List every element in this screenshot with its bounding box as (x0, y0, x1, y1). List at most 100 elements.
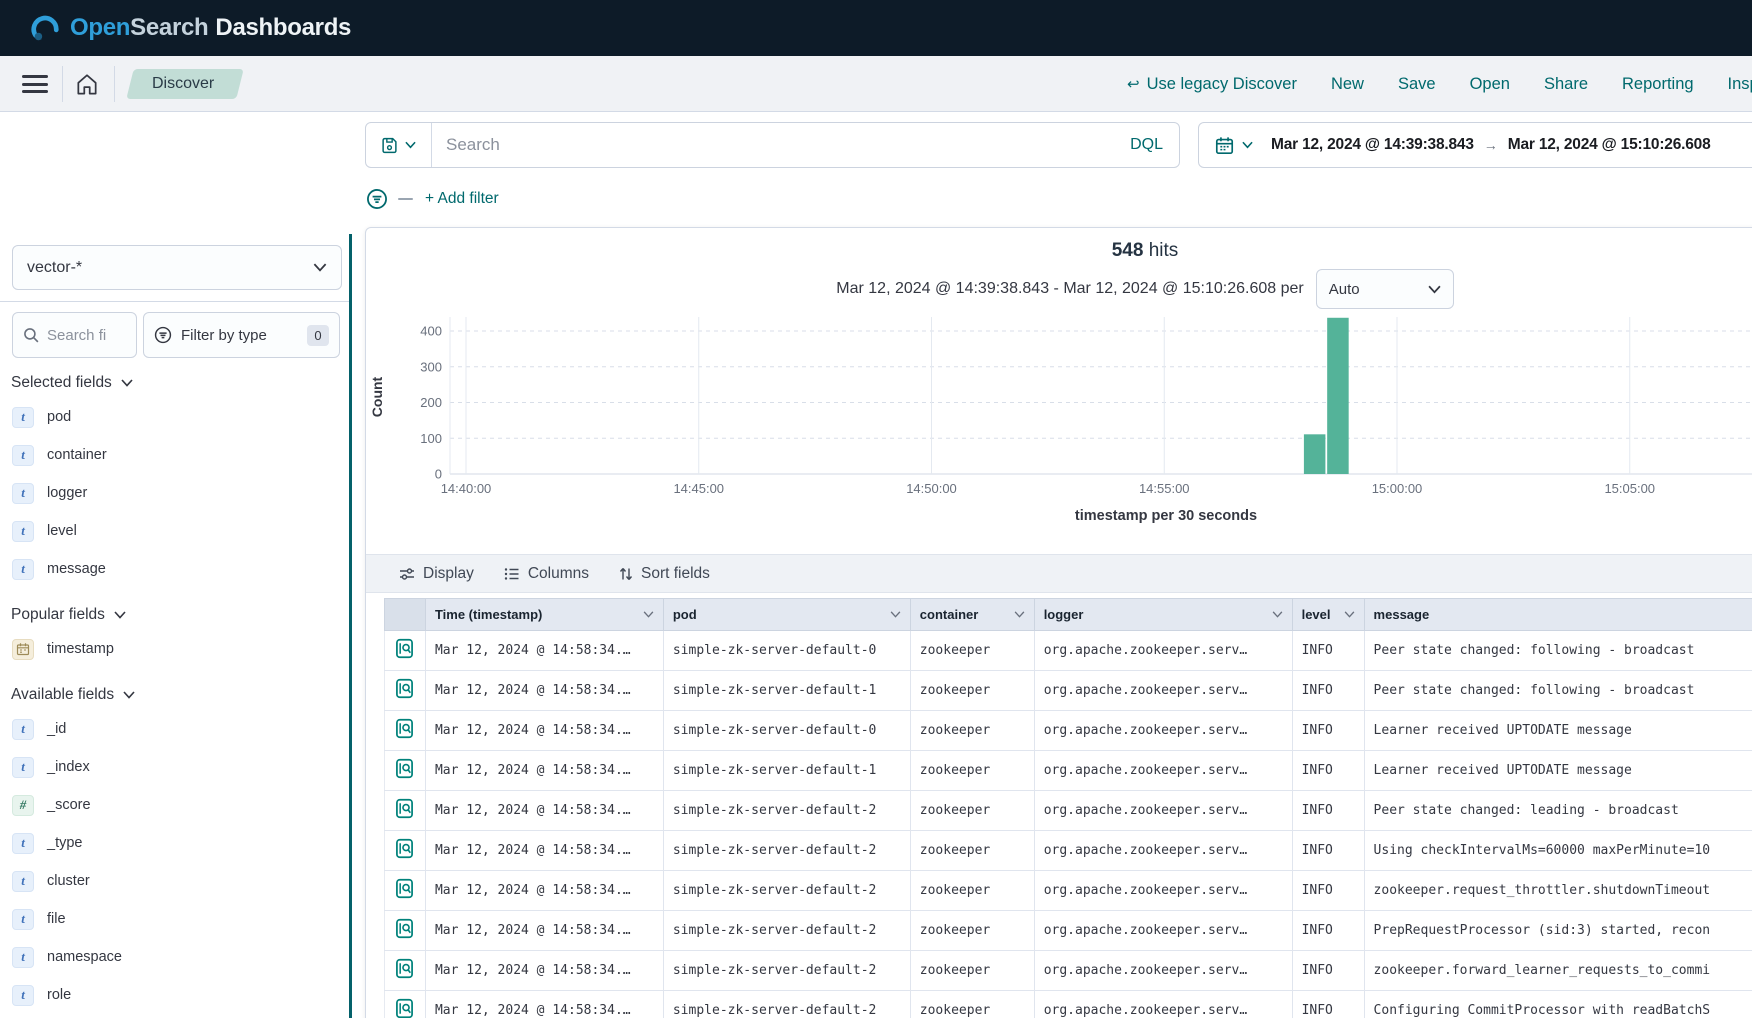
column-header-container[interactable]: container (910, 599, 1034, 631)
field-item-file[interactable]: tfile (0, 900, 340, 938)
field-item-level[interactable]: tlevel (0, 512, 340, 550)
cell-pod: simple-zk-server-default-2 (663, 911, 910, 951)
nav-label: Share (1544, 75, 1588, 94)
cell-pod: simple-zk-server-default-2 (663, 951, 910, 991)
search-input[interactable] (432, 135, 1114, 155)
field-search[interactable] (12, 312, 137, 358)
field-search-input[interactable] (47, 327, 127, 344)
svg-text:15:00:00: 15:00:00 (1372, 481, 1423, 496)
nav-new-button[interactable]: New (1331, 75, 1364, 94)
field-item-pod[interactable]: tpod (0, 398, 340, 436)
svg-text:14:45:00: 14:45:00 (673, 481, 724, 496)
display-button[interactable]: Display (399, 565, 474, 583)
toolbar-divider (62, 66, 63, 102)
chevron-down-icon (405, 141, 416, 149)
cell-container: zookeeper (910, 911, 1034, 951)
field-name: _score (47, 797, 91, 813)
cell-level: INFO (1292, 911, 1364, 951)
expand-document-icon[interactable] (395, 638, 414, 659)
index-pattern-select[interactable]: vector-* (12, 245, 342, 290)
expand-document-icon[interactable] (395, 758, 414, 779)
cell-message: Learner received UPTODATE message (1364, 711, 1752, 751)
add-filter-button[interactable]: + Add filter (425, 190, 499, 208)
expand-document-icon[interactable] (395, 998, 414, 1018)
field-item-logger[interactable]: tlogger (0, 474, 340, 512)
breadcrumb[interactable]: Discover (130, 69, 240, 99)
cell-pod: simple-zk-server-default-0 (663, 631, 910, 671)
field-item-index[interactable]: t_index (0, 748, 340, 786)
field-item-id[interactable]: t_id (0, 710, 340, 748)
histogram-bar[interactable] (1304, 434, 1326, 474)
chevron-down-icon (121, 379, 133, 387)
columns-button[interactable]: Columns (504, 565, 589, 583)
sort-fields-button[interactable]: Sort fields (619, 565, 710, 583)
sidebar-resize-handle[interactable] (349, 234, 352, 1018)
section-heading-selected-fields[interactable]: Selected fields (0, 368, 340, 398)
expand-document-icon[interactable] (395, 878, 414, 899)
chevron-down-icon (114, 611, 126, 619)
cell-container: zookeeper (910, 791, 1034, 831)
cell-time: Mar 12, 2024 @ 14:58:34.… (425, 671, 663, 711)
column-header-message[interactable]: message (1364, 599, 1752, 631)
expand-document-icon[interactable] (395, 958, 414, 979)
expand-document-icon[interactable] (395, 718, 414, 739)
column-header-level[interactable]: level (1292, 599, 1364, 631)
cell-time: Mar 12, 2024 @ 14:58:34.… (425, 991, 663, 1018)
saved-queries-button[interactable] (366, 123, 432, 167)
expand-document-icon[interactable] (395, 678, 414, 699)
svg-text:Count: Count (369, 376, 385, 417)
section-heading-available-fields[interactable]: Available fields (0, 680, 340, 710)
nav-share-button[interactable]: Share (1544, 75, 1588, 94)
field-item-namespace[interactable]: tnamespace (0, 938, 340, 976)
undo-icon: ↩ (1127, 75, 1140, 93)
field-item-score[interactable]: #_score (0, 786, 340, 824)
field-item-container[interactable]: tcontainer (0, 436, 340, 474)
interval-select[interactable]: Auto (1316, 269, 1454, 309)
cell-container: zookeeper (910, 951, 1034, 991)
date-picker-menu[interactable] (1215, 136, 1253, 155)
column-label: Time (timestamp) (435, 607, 542, 622)
nav-save-button[interactable]: Save (1398, 75, 1436, 94)
hits-header: 548 hits (366, 240, 1752, 262)
expand-cell (385, 631, 426, 671)
index-pattern-value: vector-* (27, 259, 313, 277)
nav-inspect-button[interactable]: Inspect (1728, 75, 1752, 94)
section-heading-popular-fields[interactable]: Popular fields (0, 600, 340, 630)
top-toolbar: Discover ↩ Use legacy Discover New Save Open… (0, 56, 1752, 112)
column-header-time-timestamp[interactable]: Time (timestamp) (425, 599, 663, 631)
home-icon[interactable] (74, 72, 100, 98)
menu-icon[interactable] (22, 75, 48, 93)
histogram-bar[interactable] (1327, 318, 1349, 474)
filter-menu-icon[interactable] (366, 188, 388, 210)
cell-time: Mar 12, 2024 @ 14:58:34.… (425, 951, 663, 991)
field-item-cluster[interactable]: tcluster (0, 862, 340, 900)
table-row: Mar 12, 2024 @ 14:58:34.…simple-zk-serve… (385, 831, 1752, 871)
nav-reporting-button[interactable]: Reporting (1622, 75, 1694, 94)
calendar-icon (1215, 136, 1234, 155)
start-date[interactable]: Mar 12, 2024 @ 14:39:38.843 (1271, 136, 1474, 154)
nav-label: Open (1470, 75, 1510, 94)
end-date[interactable]: Mar 12, 2024 @ 15:10:26.608 (1508, 136, 1711, 154)
section-label: Available fields (11, 686, 114, 704)
expand-document-icon[interactable] (395, 838, 414, 859)
column-header-logger[interactable]: logger (1034, 599, 1292, 631)
query-language-button[interactable]: DQL (1114, 136, 1179, 154)
display-icon (399, 566, 415, 582)
field-item-message[interactable]: tmessage (0, 550, 340, 588)
nav-label: Use legacy Discover (1147, 75, 1297, 94)
expand-cell (385, 911, 426, 951)
cell-pod: simple-zk-server-default-2 (663, 791, 910, 831)
field-item-timestamp[interactable]: timestamp (0, 630, 340, 668)
field-item-type[interactable]: t_type (0, 824, 340, 862)
expand-cell (385, 831, 426, 871)
filter-by-type-button[interactable]: Filter by type 0 (143, 312, 340, 358)
chevron-down-icon (1344, 611, 1355, 618)
cell-time: Mar 12, 2024 @ 14:58:34.… (425, 791, 663, 831)
nav-use-legacy-discover-button[interactable]: ↩ Use legacy Discover (1127, 75, 1297, 94)
nav-open-button[interactable]: Open (1470, 75, 1510, 94)
column-header-pod[interactable]: pod (663, 599, 910, 631)
cell-pod: simple-zk-server-default-2 (663, 871, 910, 911)
expand-document-icon[interactable] (395, 798, 414, 819)
expand-document-icon[interactable] (395, 918, 414, 939)
field-item-role[interactable]: trole (0, 976, 340, 1014)
